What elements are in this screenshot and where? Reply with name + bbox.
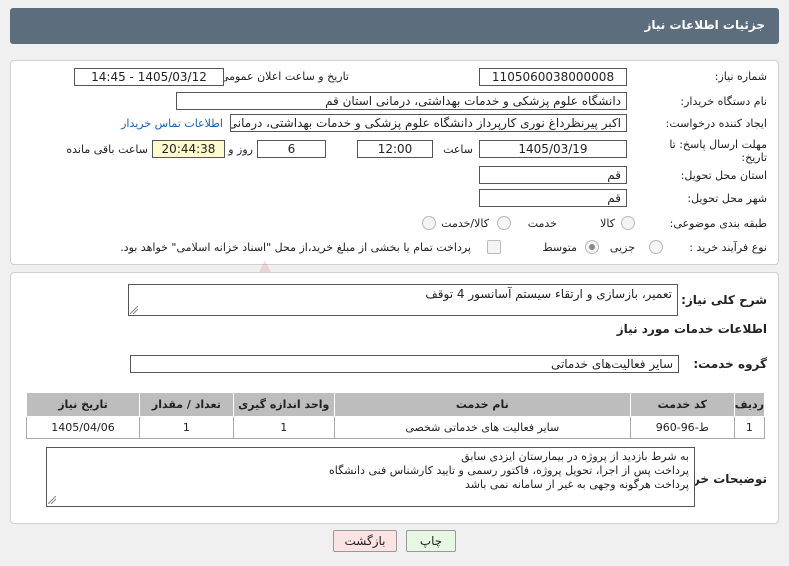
summary-field: تعمیر، بازسازی و ارتقاء سیستم آسانسور 4 … bbox=[128, 284, 678, 316]
creator-field: اکبر پیرنظرداغ نوری کارپرداز دانشگاه علو… bbox=[230, 114, 627, 132]
deadline-date-field: 1405/03/19 bbox=[479, 140, 627, 158]
category-label: طبقه بندی موضوعی: bbox=[669, 217, 767, 230]
need-number-label: شماره نیاز: bbox=[714, 70, 767, 83]
creator-label: ایجاد کننده درخواست: bbox=[665, 117, 767, 130]
buyer-note-line: پرداخت هرگونه وجهی به غیر از سامانه نمی … bbox=[465, 478, 689, 491]
days-field: 6 bbox=[257, 140, 326, 158]
col-date-header: تاریخ نیاز bbox=[26, 392, 140, 417]
city-field: قم bbox=[479, 189, 627, 207]
announce-field: 1405/03/12 - 14:45 bbox=[74, 68, 224, 86]
cell-row: 1 bbox=[733, 416, 766, 439]
services-title: اطلاعات خدمات مورد نیاز bbox=[616, 322, 767, 336]
remaining-label: ساعت باقی مانده bbox=[66, 143, 148, 156]
service-group-label: گروه خدمت: bbox=[693, 357, 767, 371]
cell-qty: 1 bbox=[139, 416, 234, 439]
category-goods-service-label: کالا/خدمت bbox=[441, 217, 489, 230]
buyer-note-line: به شرط بازدید از پروژه در بیمارستان ایزد… bbox=[461, 450, 689, 463]
resize-handle-icon[interactable] bbox=[130, 306, 138, 314]
deadline-label: مهلت ارسال پاسخ: تا تاریخ: bbox=[669, 138, 767, 164]
province-label: استان محل تحویل: bbox=[680, 169, 767, 182]
province-field: قم bbox=[479, 166, 627, 184]
col-qty-header: تعداد / مقدار bbox=[139, 392, 234, 417]
need-number-field: 1105060038000008 bbox=[479, 68, 627, 86]
treasury-note: پرداخت تمام یا بخشی از مبلغ خرید،از محل … bbox=[120, 241, 471, 254]
contact-buyer-link[interactable]: اطلاعات تماس خریدار bbox=[121, 117, 223, 130]
cell-code: ط-96-960 bbox=[629, 416, 735, 439]
process-medium-label: متوسط bbox=[542, 241, 577, 254]
buyer-note-line: پرداخت پس از اجرا، تحویل پروژه، فاکتور ر… bbox=[328, 464, 689, 477]
time-label: ساعت bbox=[443, 143, 473, 156]
category-goods-label: کالا bbox=[600, 217, 615, 230]
back-button[interactable]: بازگشت bbox=[333, 530, 397, 552]
process-minor-label: جزیی bbox=[609, 241, 635, 254]
treasury-checkbox[interactable] bbox=[487, 240, 501, 254]
buyer-label: نام دستگاه خریدار: bbox=[680, 95, 767, 108]
table-header-row: ردیف کد خدمت نام خدمت واحد اندازه گیری ت… bbox=[26, 392, 766, 417]
summary-label: شرح کلی نیاز: bbox=[681, 293, 767, 307]
print-button[interactable]: چاپ bbox=[406, 530, 456, 552]
remaining-time-field: 20:44:38 bbox=[152, 140, 225, 158]
category-service-label: خدمت bbox=[527, 217, 557, 230]
col-unit-header: واحد اندازه گیری bbox=[232, 392, 335, 417]
cell-name: سایر فعالیت های خدماتی شخصی bbox=[333, 416, 631, 439]
days-label: روز و bbox=[228, 143, 253, 156]
services-table: ردیف کد خدمت نام خدمت واحد اندازه گیری ت… bbox=[26, 392, 766, 439]
col-code-header: کد خدمت bbox=[629, 392, 735, 417]
resize-handle-icon[interactable] bbox=[48, 496, 56, 504]
category-service-radio[interactable] bbox=[497, 216, 511, 230]
process-label: نوع فرآیند خرید : bbox=[689, 241, 767, 254]
table-row: 1 ط-96-960 سایر فعالیت های خدماتی شخصی 1… bbox=[26, 416, 766, 439]
deadline-time-field: 12:00 bbox=[357, 140, 433, 158]
category-goods-radio[interactable] bbox=[621, 216, 635, 230]
process-minor-radio[interactable] bbox=[649, 240, 663, 254]
buyer-notes-field: به شرط بازدید از پروژه در بیمارستان ایزد… bbox=[46, 447, 695, 507]
col-name-header: نام خدمت bbox=[333, 392, 631, 417]
announce-label: تاریخ و ساعت اعلان عمومی: bbox=[216, 70, 349, 83]
category-goods-service-radio[interactable] bbox=[422, 216, 436, 230]
page-header: جزئیات اطلاعات نیاز bbox=[10, 8, 779, 44]
col-row-header: ردیف bbox=[733, 392, 766, 417]
buyer-field: دانشگاه علوم پزشکی و خدمات بهداشتی، درما… bbox=[176, 92, 627, 110]
cell-unit: 1 bbox=[232, 416, 335, 439]
city-label: شهر محل تحویل: bbox=[687, 192, 767, 205]
page-title: جزئیات اطلاعات نیاز bbox=[644, 18, 765, 32]
service-group-field: سایر فعالیت‌های خدماتی bbox=[130, 355, 679, 373]
cell-date: 1405/04/06 bbox=[26, 416, 140, 439]
process-medium-radio[interactable] bbox=[585, 240, 599, 254]
